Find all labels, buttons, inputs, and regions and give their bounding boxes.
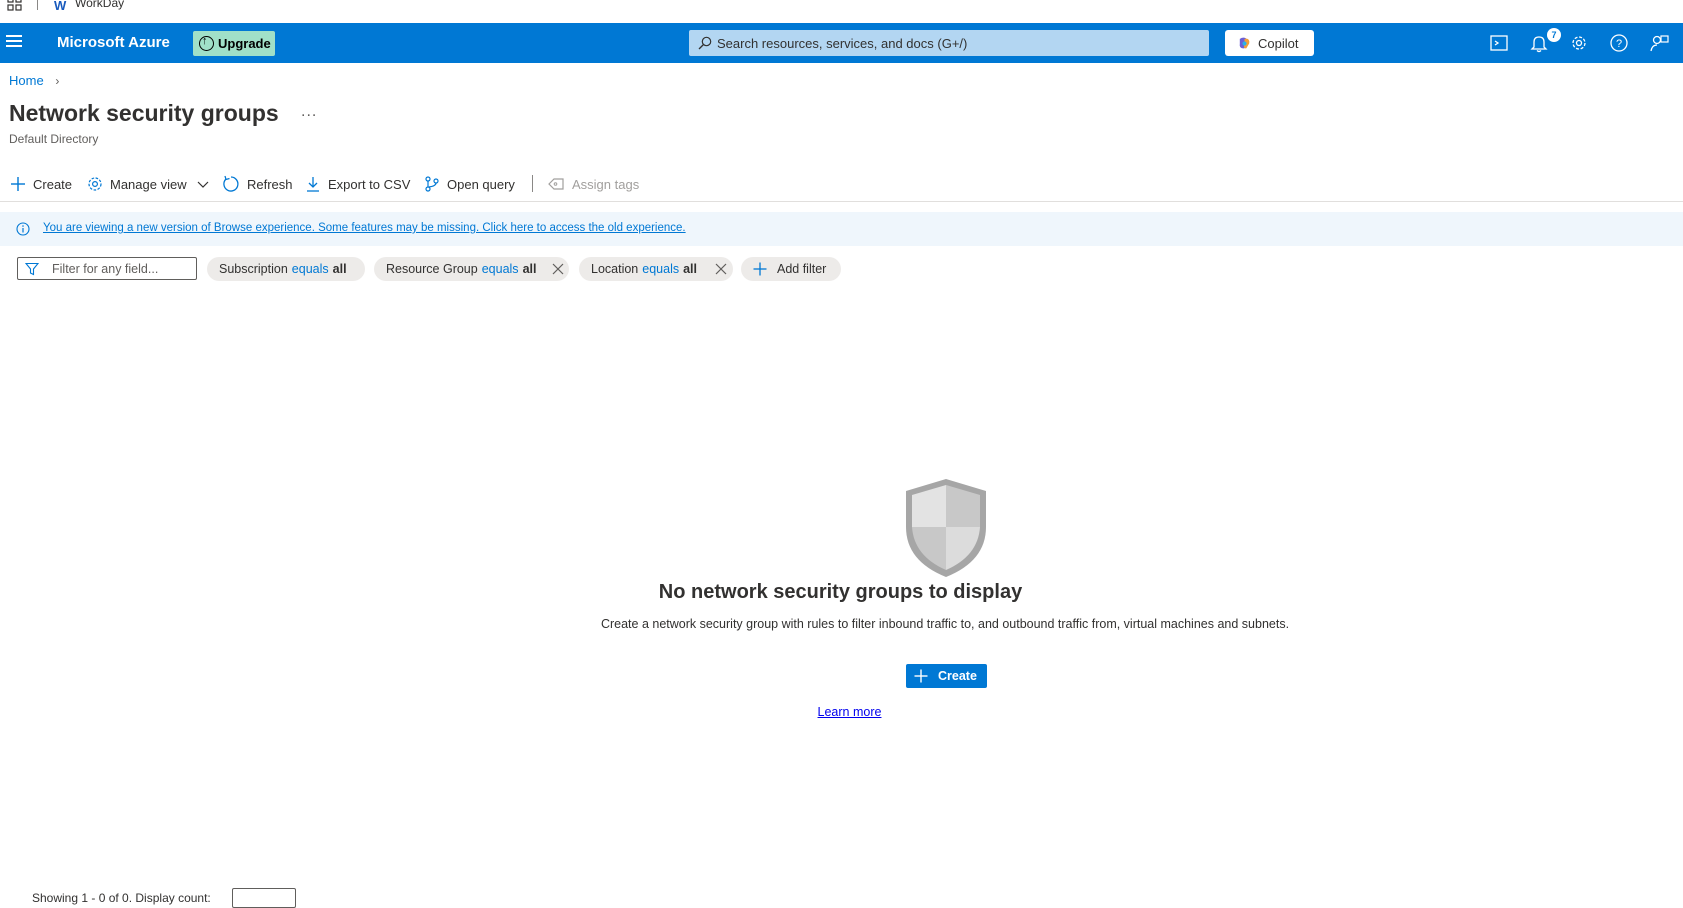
close-icon[interactable]: [715, 263, 727, 275]
breadcrumb: Home ›: [9, 73, 59, 88]
cloud-shell-icon[interactable]: [1488, 32, 1510, 54]
refresh-label: Refresh: [247, 176, 293, 192]
filter-pill-location[interactable]: Location equals all: [579, 257, 733, 281]
close-icon[interactable]: [552, 263, 564, 275]
upgrade-label: Upgrade: [218, 36, 271, 51]
brand-title[interactable]: Microsoft Azure: [57, 34, 170, 51]
empty-state-create-label: Create: [938, 669, 977, 683]
azure-topbar: Microsoft Azure Upgrade Copilot ?: [0, 23, 1683, 63]
assign-tags-button[interactable]: Assign tags: [548, 173, 639, 195]
filter-pill-field: Resource Group: [386, 262, 478, 276]
bookmarks-bar: W WorkDay: [0, 0, 1683, 23]
create-label: Create: [33, 176, 73, 192]
help-icon[interactable]: ?: [1608, 32, 1630, 54]
filter-pill-field: Subscription: [219, 262, 288, 276]
menu-icon[interactable]: [6, 35, 22, 49]
add-filter-button[interactable]: Add filter: [741, 257, 841, 281]
filter-pill-subscription[interactable]: Subscription equals all: [207, 257, 365, 281]
pagination-summary: Showing 1 - 0 of 0. Display count:: [32, 891, 211, 905]
learn-more-row: Learn more: [0, 705, 1683, 719]
filter-field[interactable]: [17, 257, 197, 280]
add-filter-label: Add filter: [777, 262, 827, 276]
refresh-button[interactable]: Refresh: [222, 173, 293, 195]
command-divider: [532, 175, 533, 192]
copilot-button[interactable]: Copilot: [1225, 30, 1314, 56]
create-button[interactable]: Create: [10, 173, 72, 195]
copilot-label: Copilot: [1258, 36, 1299, 51]
export-csv-label: Export to CSV: [328, 176, 411, 192]
apps-grid-icon[interactable]: [7, 0, 23, 12]
empty-state-title-text: No network security groups to display: [658, 581, 1023, 603]
plus-icon: [11, 177, 25, 191]
assign-tags-label: Assign tags: [572, 176, 640, 192]
filter-pill-value: all: [683, 262, 698, 276]
empty-state-title: No network security groups to display: [0, 581, 1683, 604]
page-title: Network security groups: [9, 100, 279, 126]
plus-icon: [914, 669, 928, 683]
page-subtitle: Default Directory: [9, 132, 99, 146]
filter-pill-resource-group[interactable]: Resource Group equals all: [374, 257, 569, 281]
notification-count-badge: 7: [1547, 28, 1561, 42]
filter-funnel-icon: [25, 262, 39, 276]
info-icon: [16, 222, 30, 236]
filter-input[interactable]: [52, 258, 192, 279]
more-options-button[interactable]: ...: [301, 103, 317, 121]
filter-pill-value: all: [332, 262, 347, 276]
shield-icon: [906, 479, 986, 577]
open-query-label: Open query: [447, 176, 515, 192]
gear-icon: [88, 177, 102, 191]
chevron-down-icon: [197, 181, 209, 188]
command-bar: Create Manage view Refresh Export to CSV: [0, 170, 1683, 202]
bookmarks-divider: [37, 0, 38, 10]
filter-pill-field: Location: [591, 262, 639, 276]
empty-state-create-button[interactable]: Create: [906, 664, 987, 688]
open-query-button[interactable]: Open query: [424, 173, 515, 195]
upgrade-arrow-icon: [199, 35, 214, 51]
search-input[interactable]: [717, 30, 1197, 56]
global-search[interactable]: [689, 30, 1209, 56]
workday-logo-icon: W: [54, 0, 67, 13]
display-count-select[interactable]: [232, 888, 296, 908]
old-experience-link[interactable]: You are viewing a new version of Browse …: [43, 222, 686, 234]
feedback-icon[interactable]: [1648, 32, 1670, 54]
export-csv-button[interactable]: Export to CSV: [305, 173, 410, 195]
filter-pill-operator: equals: [291, 262, 329, 276]
filter-pill-operator: equals: [481, 262, 519, 276]
bookmark-workday[interactable]: WorkDay: [75, 0, 124, 10]
download-icon: [307, 177, 319, 192]
upgrade-button[interactable]: Upgrade: [193, 31, 275, 56]
tag-icon: [548, 178, 564, 190]
search-icon: [698, 36, 712, 50]
empty-state-description: Create a network security group with rul…: [600, 617, 1290, 631]
chevron-right-icon: ›: [55, 74, 60, 88]
copilot-icon: [1239, 37, 1250, 49]
refresh-icon: [223, 175, 239, 192]
breadcrumb-home[interactable]: Home: [9, 73, 44, 88]
query-icon: [425, 176, 439, 192]
plus-icon: [753, 262, 767, 276]
info-banner: You are viewing a new version of Browse …: [0, 212, 1683, 246]
learn-more-link[interactable]: Learn more: [818, 705, 882, 719]
filter-pill-value: all: [522, 262, 537, 276]
settings-gear-icon[interactable]: [1568, 32, 1590, 54]
manage-view-label: Manage view: [110, 176, 187, 192]
svg-text:?: ?: [1616, 38, 1622, 50]
filter-pill-operator: equals: [642, 262, 680, 276]
manage-view-button[interactable]: Manage view: [87, 173, 216, 195]
